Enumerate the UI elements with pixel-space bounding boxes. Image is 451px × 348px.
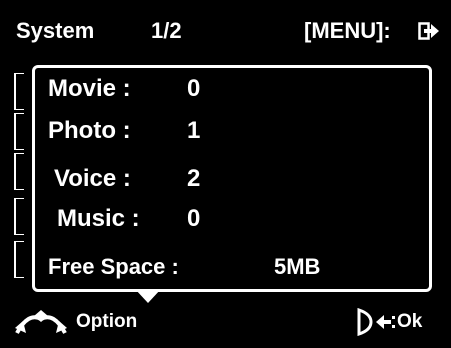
stat-value: 0 [187,205,201,232]
side-tab[interactable] [14,113,24,150]
side-tab[interactable] [14,73,24,110]
stat-value: 1 [187,117,201,144]
option-label[interactable]: Option [76,311,137,333]
stat-row-free-space: Free Space : 5MB [48,254,320,280]
stat-label: Music : [57,205,140,232]
side-tab[interactable] [14,241,24,278]
screen-title: System [16,18,95,43]
stat-row-voice: Voice : 2 [54,165,200,193]
stat-row-movie: Movie : 0 [48,75,200,103]
stat-value: 2 [187,165,201,192]
exit-icon[interactable] [418,21,440,41]
menu-hint-label: [MENU]: [304,18,391,43]
stat-label: Photo : [48,117,131,144]
side-tab[interactable] [14,153,24,190]
navigate-arrows-icon[interactable] [14,309,68,335]
stat-label: Free Space : [48,254,179,279]
stat-label: Movie : [48,75,131,102]
stat-value: 0 [187,75,201,102]
stat-value: 5MB [274,254,321,279]
system-info-screen: System 1/2 [MENU]: Movie : 0 Photo : 1 V… [0,0,451,348]
stat-row-photo: Photo : 1 [48,117,200,145]
back-arrow-icon [376,315,395,329]
ok-label[interactable]: Ok [397,311,422,333]
dial-icon[interactable] [357,308,373,336]
down-triangle-icon[interactable] [135,289,161,303]
page-indicator: 1/2 [151,18,182,43]
side-tab[interactable] [14,198,24,235]
stat-label: Voice : [54,165,131,192]
stat-row-music: Music : 0 [57,205,200,233]
